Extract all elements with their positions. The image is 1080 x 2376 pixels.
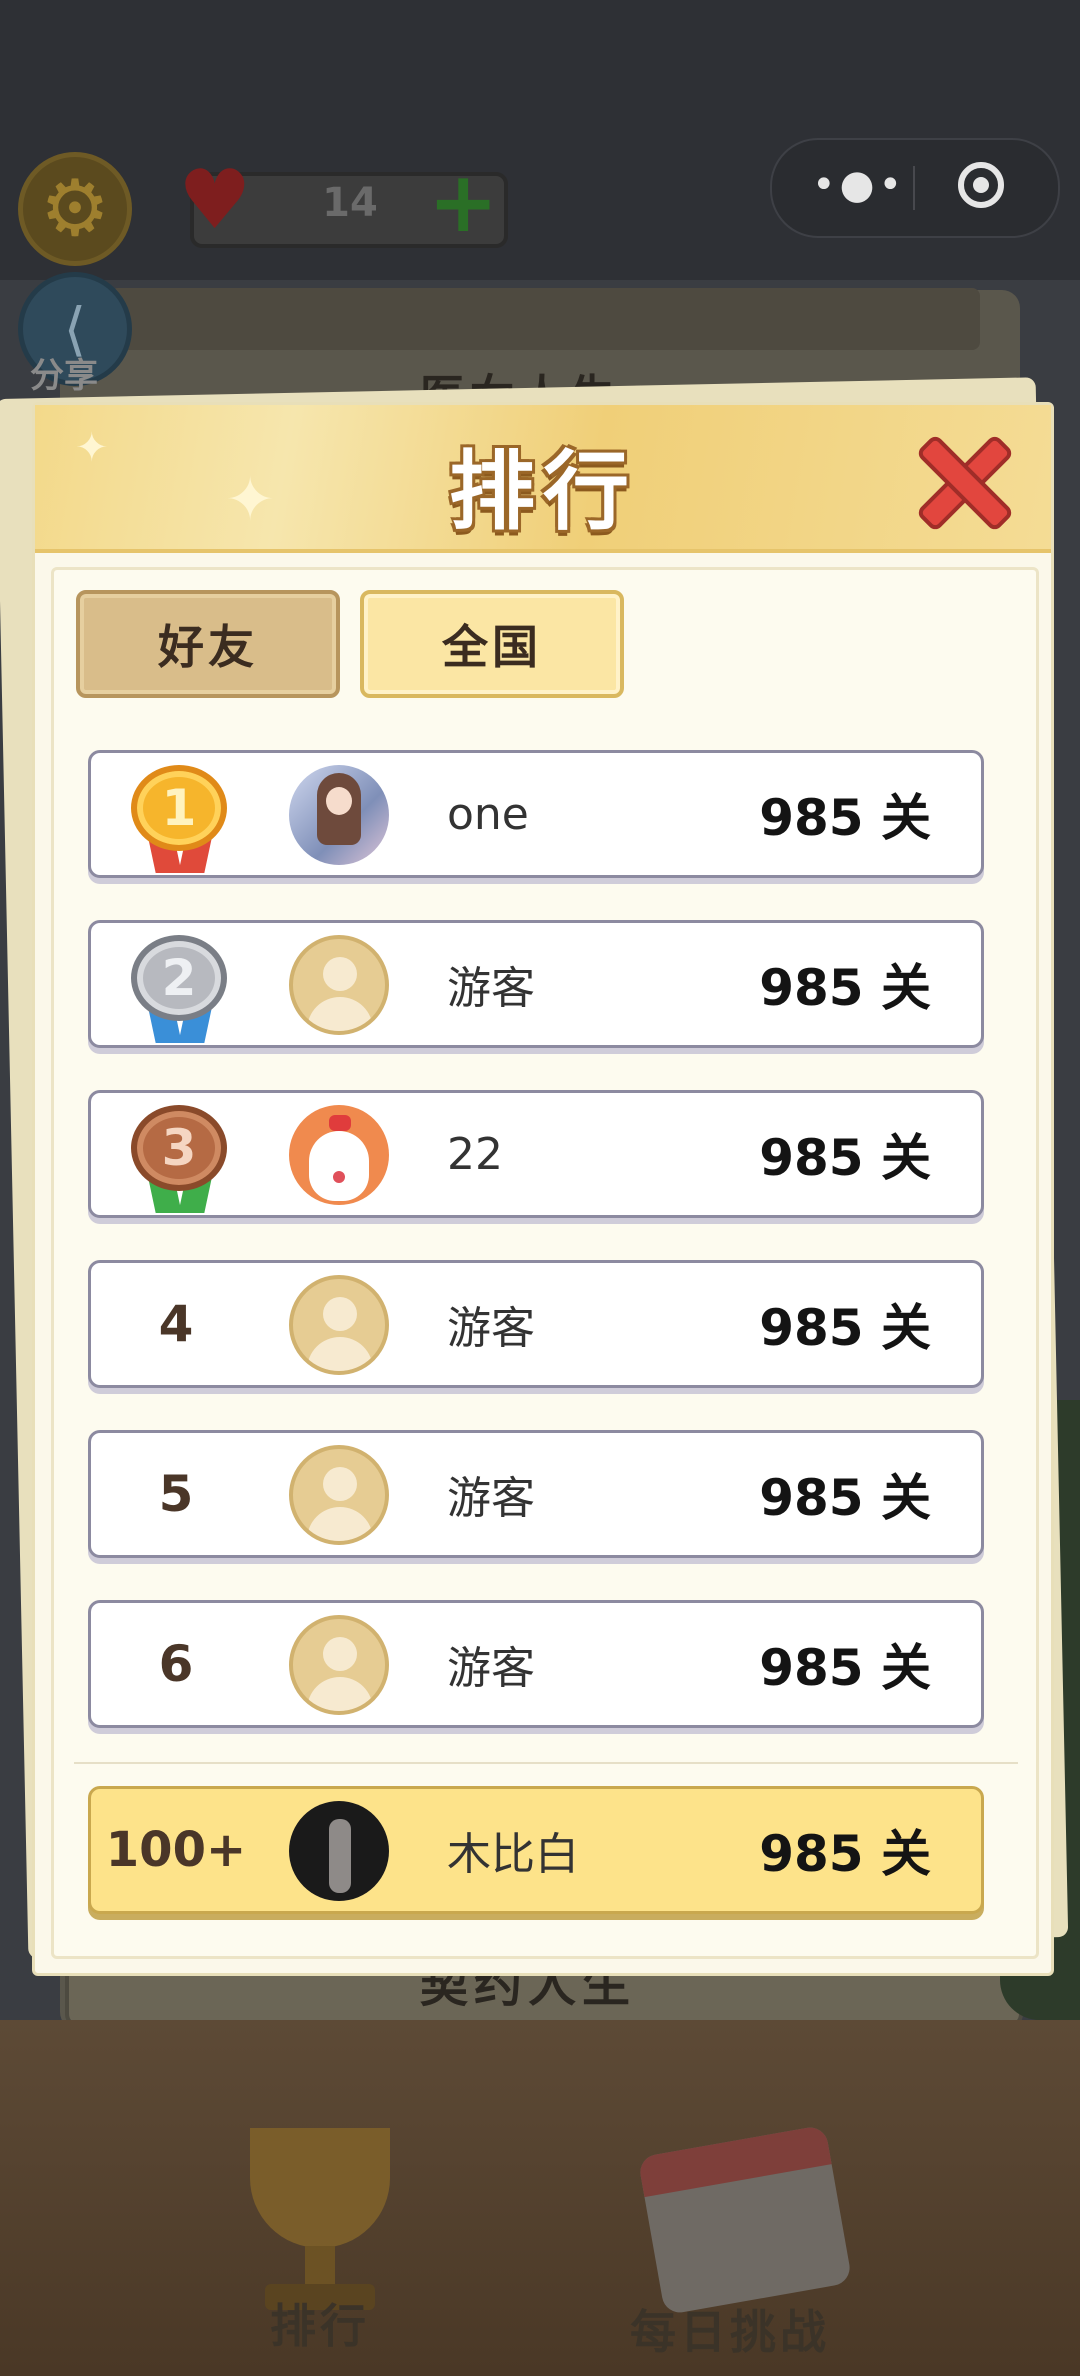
- lives-count: 14: [322, 180, 378, 226]
- ranking-row[interactable]: 6 游客 985 关: [88, 1600, 984, 1728]
- player-name: 22: [447, 1128, 503, 1180]
- settings-gear-icon[interactable]: ⚙: [18, 152, 132, 266]
- my-avatar: [289, 1801, 389, 1901]
- ranking-panel: 好友 全国 1 one 985 关 2 游客 985 关 3 22 985 关 …: [51, 567, 1039, 1959]
- level-art: [110, 288, 980, 350]
- default-avatar: [289, 1445, 389, 1545]
- ranking-row[interactable]: 2 游客 985 关: [88, 920, 984, 1048]
- my-ranking-row[interactable]: 100+ 木比白 985 关: [88, 1786, 984, 1914]
- default-avatar: [289, 935, 389, 1035]
- heart-icon: ♥: [178, 153, 252, 248]
- player-score: 985 关: [759, 959, 931, 1017]
- ranking-row[interactable]: 3 22 985 关: [88, 1090, 984, 1218]
- close-miniprogram-icon[interactable]: [958, 162, 1004, 208]
- modal-title: 排行: [449, 442, 637, 542]
- avatar: [289, 1105, 389, 1205]
- player-score: 985 关: [759, 1129, 931, 1187]
- default-avatar: [289, 1615, 389, 1715]
- my-rank: 100+: [105, 1822, 247, 1878]
- share-label: 分享: [30, 356, 98, 396]
- rank-number: 5: [158, 1465, 194, 1523]
- ranking-row[interactable]: 5 游客 985 关: [88, 1430, 984, 1558]
- player-score: 985 关: [759, 1639, 931, 1697]
- close-icon[interactable]: [913, 431, 1007, 525]
- rank-number: 4: [158, 1295, 194, 1353]
- nav-daily-challenge-label[interactable]: 每日挑战: [630, 2296, 830, 2362]
- player-score: 985 关: [759, 1299, 931, 1357]
- nav-ranking-label[interactable]: 排行: [270, 2290, 370, 2356]
- player-score: 985 关: [759, 789, 931, 847]
- modal-header: ✦ ✦ ✦ 排行: [35, 405, 1051, 553]
- tab-national[interactable]: 全国: [360, 590, 624, 698]
- calendar-icon[interactable]: [637, 2124, 853, 2316]
- trophy-icon[interactable]: [200, 2118, 440, 2318]
- ranking-modal: ✦ ✦ ✦ 排行 好友 全国 1 one 985 关 2 游客 985 关 3 …: [32, 402, 1054, 1976]
- miniprogram-capsule: •●•: [770, 138, 1060, 238]
- more-menu-icon[interactable]: •●•: [812, 162, 906, 208]
- bronze-medal-icon: 3: [131, 1105, 227, 1215]
- player-name: 游客: [447, 1473, 535, 1524]
- my-name: 木比白: [447, 1829, 579, 1880]
- add-lives-button[interactable]: +: [428, 160, 498, 244]
- default-avatar: [289, 1275, 389, 1375]
- avatar: [289, 765, 389, 865]
- tab-friends[interactable]: 好友: [76, 590, 340, 698]
- player-name: 游客: [447, 1643, 535, 1694]
- player-score: 985 关: [759, 1469, 931, 1527]
- player-name: 游客: [447, 1303, 535, 1354]
- silver-medal-icon: 2: [131, 935, 227, 1045]
- ranking-row[interactable]: 4 游客 985 关: [88, 1260, 984, 1388]
- player-name: 游客: [447, 963, 535, 1014]
- gold-medal-icon: 1: [131, 765, 227, 875]
- divider: [74, 1762, 1018, 1764]
- player-name: one: [447, 788, 529, 840]
- my-score: 985 关: [759, 1825, 931, 1883]
- rank-number: 6: [158, 1635, 194, 1693]
- ranking-row[interactable]: 1 one 985 关: [88, 750, 984, 878]
